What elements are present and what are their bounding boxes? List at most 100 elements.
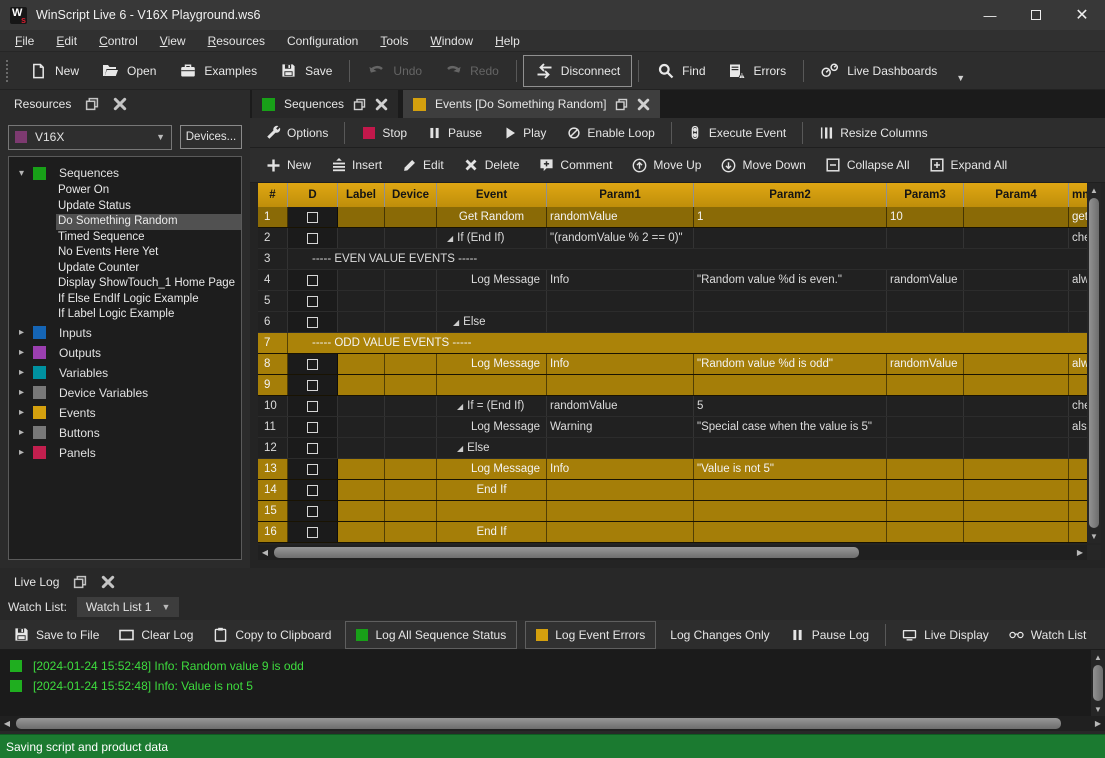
tab-sequences[interactable]: Sequences (252, 90, 398, 118)
table-vertical-scrollbar[interactable]: ▲ ▼ (1087, 183, 1101, 543)
tree-item-timed-sequence[interactable]: Timed Sequence (56, 230, 241, 246)
table-horizontal-scrollbar[interactable]: ◀ ▶ (258, 545, 1087, 560)
column-header-label[interactable]: Label (338, 183, 385, 207)
close-button[interactable]: ✕ (1059, 0, 1105, 30)
examples-button[interactable]: Examples (167, 56, 268, 86)
expand-arrow-icon[interactable]: ▸ (19, 407, 31, 418)
row-checkbox[interactable] (307, 233, 318, 244)
table-row-11[interactable]: 11Log MessageWarning"Special case when t… (258, 417, 1087, 438)
tree-item-power-on[interactable]: Power On (56, 183, 241, 199)
collapse-group-icon[interactable]: ◢ (447, 234, 453, 243)
tree-item-no-events-here-yet[interactable]: No Events Here Yet (56, 245, 241, 261)
tab-events-do-something-random[interactable]: Events [Do Something Random] (403, 90, 660, 118)
table-row-1[interactable]: 1Get RandomrandomValue110get. (258, 207, 1087, 228)
expand-arrow-icon[interactable]: ▸ (19, 347, 31, 358)
device-dropdown[interactable]: V16X ▼ (8, 125, 172, 150)
expand-arrow-icon[interactable]: ▸ (19, 427, 31, 438)
row-checkbox[interactable] (307, 485, 318, 496)
column-header-d[interactable]: D (288, 183, 338, 207)
edit-button[interactable]: Edit (392, 158, 454, 173)
row-checkbox[interactable] (307, 212, 318, 223)
row-checkbox[interactable] (307, 422, 318, 433)
table-row-9[interactable]: 9 (258, 375, 1087, 396)
table-row-2[interactable]: 2◢If (End If)"(randomValue % 2 == 0)"che… (258, 228, 1087, 249)
vertical-scroll-thumb[interactable] (1093, 665, 1103, 701)
redo-button[interactable]: Redo (433, 56, 510, 86)
watch-list-dropdown[interactable]: Watch List 1 ▼ (77, 597, 180, 617)
table-row-7[interactable]: 7----- ODD VALUE EVENTS ----- (258, 333, 1087, 354)
save-to-file-button[interactable]: Save to File (4, 621, 109, 649)
tree-category-panels[interactable]: ▸Panels (9, 443, 241, 463)
column-header-event[interactable]: Event (437, 183, 547, 207)
delete-button[interactable]: Delete (454, 158, 530, 173)
close-tab-icon[interactable] (375, 98, 388, 111)
save-button[interactable]: Save (268, 56, 343, 86)
collapse-arrow-icon[interactable]: ▾ (19, 168, 31, 179)
close-tab-icon[interactable] (637, 98, 650, 111)
maximize-button[interactable] (1013, 0, 1059, 30)
clear-log-button[interactable]: Clear Log (109, 621, 203, 649)
enable-loop-button[interactable]: Enable Loop (556, 125, 664, 140)
table-row-3[interactable]: 3----- EVEN VALUE EVENTS ----- (258, 249, 1087, 270)
table-row-4[interactable]: 4Log MessageInfo"Random value %d is even… (258, 270, 1087, 291)
close-panel-icon[interactable] (101, 575, 115, 589)
scroll-right-arrow[interactable]: ▶ (1073, 548, 1087, 557)
copy-to-clipboard-button[interactable]: Copy to Clipboard (203, 621, 341, 649)
new-button[interactable]: New (256, 158, 321, 173)
live-display-button[interactable]: Live Display (892, 621, 999, 649)
row-checkbox[interactable] (307, 527, 318, 538)
comment-button[interactable]: Comment (529, 158, 622, 173)
disconnect-button[interactable]: Disconnect (523, 55, 632, 87)
errors-button[interactable]: Errors (717, 56, 798, 86)
table-row-10[interactable]: 10◢If = (End If)randomValue5che. (258, 396, 1087, 417)
log-event-errors-button[interactable]: Log Event Errors (525, 621, 656, 649)
menu-window[interactable]: Window (419, 32, 484, 50)
row-checkbox[interactable] (307, 401, 318, 412)
table-row-12[interactable]: 12◢Else (258, 438, 1087, 459)
log-changes-only-button[interactable]: Log Changes Only (660, 621, 779, 649)
menu-edit[interactable]: Edit (45, 32, 88, 50)
menu-file[interactable]: File (4, 32, 45, 50)
column-header-device[interactable]: Device (385, 183, 437, 207)
row-checkbox[interactable] (307, 506, 318, 517)
minimize-button[interactable]: — (967, 0, 1013, 30)
stop-button[interactable]: Stop (351, 125, 417, 140)
tree-category-variables[interactable]: ▸Variables (9, 363, 241, 383)
expand-arrow-icon[interactable]: ▸ (19, 367, 31, 378)
tree-item-if-else-endif-logic-example[interactable]: If Else EndIf Logic Example (56, 292, 241, 308)
table-row-13[interactable]: 13Log MessageInfo"Value is not 5" (258, 459, 1087, 480)
table-row-14[interactable]: 14End If (258, 480, 1087, 501)
menu-configuration[interactable]: Configuration (276, 32, 369, 50)
float-tab-icon[interactable] (615, 98, 628, 111)
expand-arrow-icon[interactable]: ▸ (19, 447, 31, 458)
collapse-group-icon[interactable]: ◢ (457, 444, 463, 453)
open-button[interactable]: Open (90, 56, 167, 86)
scroll-right-arrow[interactable]: ▶ (1091, 719, 1105, 728)
column-header-param1[interactable]: Param1 (547, 183, 694, 207)
tree-item-update-status[interactable]: Update Status (56, 199, 241, 215)
devices-button[interactable]: Devices... (180, 125, 242, 149)
horizontal-scroll-thumb[interactable] (274, 547, 859, 558)
float-tab-icon[interactable] (353, 98, 366, 111)
log-horizontal-scrollbar[interactable]: ◀ ▶ (0, 716, 1105, 731)
table-row-6[interactable]: 6◢Else (258, 312, 1087, 333)
expand-arrow-icon[interactable]: ▸ (19, 387, 31, 398)
menu-help[interactable]: Help (484, 32, 531, 50)
collapse-group-icon[interactable]: ◢ (453, 318, 459, 327)
table-row-16[interactable]: 16End If (258, 522, 1087, 543)
play-button[interactable]: Play (492, 125, 556, 140)
column-header-param3[interactable]: Param3 (887, 183, 964, 207)
log-vertical-scrollbar[interactable]: ▲ ▼ (1091, 650, 1105, 716)
column-header-num[interactable]: # (258, 183, 288, 207)
close-panel-icon[interactable] (113, 97, 127, 111)
tree-category-events[interactable]: ▸Events (9, 403, 241, 423)
row-checkbox[interactable] (307, 296, 318, 307)
pause-log-button[interactable]: Pause Log (780, 621, 879, 649)
menu-resources[interactable]: Resources (197, 32, 276, 50)
tree-category-inputs[interactable]: ▸Inputs (9, 323, 241, 343)
table-row-8[interactable]: 8Log MessageInfo"Random value %d is odd"… (258, 354, 1087, 375)
scroll-down-arrow[interactable]: ▼ (1087, 529, 1101, 543)
tree-item-if-label-logic-example[interactable]: If Label Logic Example (56, 307, 241, 323)
move-down-button[interactable]: Move Down (711, 158, 815, 173)
collapse-all-button[interactable]: Collapse All (816, 158, 920, 173)
